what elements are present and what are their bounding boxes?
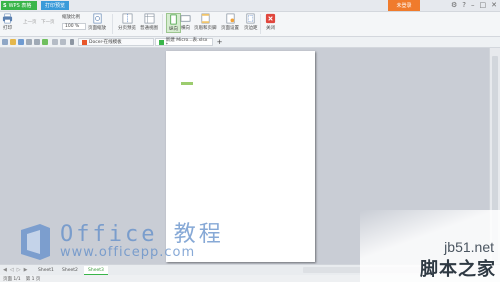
normal-view-icon <box>144 13 154 24</box>
margins-label: 页边距 <box>244 26 258 31</box>
close-window-icon[interactable]: ✕ <box>491 0 497 11</box>
ribbon-divider <box>112 14 113 34</box>
zoom-select[interactable]: 100 % <box>62 23 87 30</box>
ribbon-divider <box>162 14 163 34</box>
ribbon-divider <box>260 14 261 34</box>
maximize-icon[interactable]: □ <box>480 0 487 11</box>
close-preview-button[interactable]: 关闭 <box>265 13 276 31</box>
page-setup-icon <box>226 13 234 24</box>
page-break-icon <box>122 13 132 24</box>
portrait-icon <box>170 14 177 25</box>
undo-icon[interactable] <box>52 39 58 45</box>
settings-icon[interactable]: ⚙ <box>451 0 457 11</box>
page-break-label: 分页预览 <box>118 26 136 31</box>
page-scale-button[interactable]: 页面缩放 <box>88 13 106 31</box>
sheet-nav: ◀ ◁ ▷ ▶ <box>3 267 27 273</box>
prev-page-label: 上一页 <box>23 20 37 25</box>
next-page-button[interactable]: 下一页 <box>41 19 55 25</box>
zoom-group: 缩放比例 100 % <box>62 14 87 30</box>
preview-quick-icon[interactable] <box>34 39 40 45</box>
page-scale-icon <box>93 13 101 24</box>
new-tab-button[interactable]: + <box>215 38 224 46</box>
tab-docer[interactable]: Docer-在线模板 <box>78 38 154 46</box>
tab-current-workbook[interactable]: 新建 Micro...表.xlsx * <box>155 37 213 48</box>
normal-view-button[interactable]: 普通视图 <box>140 13 158 31</box>
page-break-preview-button[interactable]: 分页预览 <box>118 13 136 31</box>
close-preview-label: 关闭 <box>266 26 275 31</box>
save-icon[interactable] <box>18 39 24 45</box>
last-sheet-icon[interactable]: ▶ <box>24 267 28 273</box>
wps-logo-icon: S <box>3 2 7 9</box>
landscape-label: 横向 <box>181 26 190 31</box>
portrait-button[interactable]: 纵向 <box>166 13 181 33</box>
next-page-label: 下一页 <box>41 20 55 25</box>
status-page-count: 页面 1/1 <box>3 276 21 282</box>
docer-icon <box>82 39 87 45</box>
app-name: WPS 表格 <box>8 3 32 9</box>
title-bar: S WPS 表格 打印预览 未登录 ⚙ ? – □ ✕ <box>0 0 500 12</box>
next-sheet-icon[interactable]: ▷ <box>17 267 21 273</box>
docer-tab-label: Docer-在线模板 <box>89 40 122 45</box>
landscape-button[interactable]: 横向 <box>180 13 191 31</box>
printer-icon <box>2 13 13 24</box>
page-scale-label: 页面缩放 <box>88 26 106 31</box>
first-sheet-icon[interactable]: ◀ <box>3 267 7 273</box>
office-tutorial-watermark: Office 教程 www.officepp.com <box>18 222 224 262</box>
office-logo-icon <box>21 224 50 260</box>
window-controls: ⚙ ? – □ ✕ <box>451 0 497 11</box>
sheet-tab-1[interactable]: Sheet1 <box>34 266 58 274</box>
status-current-page: 第 1 页 <box>25 276 41 282</box>
export-icon[interactable] <box>42 39 48 45</box>
margins-button[interactable]: 页边距 <box>244 13 258 31</box>
document-tab-bar: Docer-在线模板 新建 Micro...表.xlsx * + <box>0 37 500 48</box>
tab-print-preview[interactable]: 打印预览 <box>41 1 69 10</box>
redo-icon[interactable] <box>60 39 66 45</box>
watermark-url: www.officepp.com <box>60 245 196 260</box>
jb51-watermark: jb51.net 脚本之家 <box>360 210 500 282</box>
page-setup-label: 页面设置 <box>221 26 239 31</box>
open-file-icon[interactable] <box>10 39 16 45</box>
minimize-icon[interactable]: – <box>471 0 475 11</box>
watermark-title: Office 教程 <box>60 222 224 247</box>
watermark-site-cn: 脚本之家 <box>420 259 496 280</box>
prev-sheet-icon[interactable]: ◁ <box>10 267 14 273</box>
current-tab-label: 新建 Micro...表.xlsx * <box>165 37 208 48</box>
new-file-icon[interactable] <box>2 39 8 45</box>
print-quick-icon[interactable] <box>26 39 32 45</box>
print-button[interactable]: 打印 <box>2 13 13 31</box>
spreadsheet-icon <box>159 39 164 45</box>
prev-page-button[interactable]: 上一页 <box>23 19 37 25</box>
print-label: 打印 <box>3 26 12 31</box>
landscape-icon <box>180 15 191 22</box>
app-menu-button[interactable]: S WPS 表格 <box>1 1 37 10</box>
print-preview-ribbon: 打印 上一页 下一页 缩放比例 100 % 页面缩放 分页预览 普通视图 纵向 … <box>0 12 500 37</box>
header-footer-label: 页眉和页脚 <box>194 26 217 31</box>
header-footer-button[interactable]: 页眉和页脚 <box>194 13 217 31</box>
margins-icon <box>246 13 255 24</box>
page-setup-button[interactable]: 页面设置 <box>221 13 239 31</box>
portrait-label: 纵向 <box>169 27 178 32</box>
sheet-tab-2[interactable]: Sheet2 <box>58 266 82 274</box>
login-button[interactable]: 未登录 <box>388 0 420 11</box>
header-footer-icon <box>201 13 210 24</box>
sheet-tab-3[interactable]: Sheet3 <box>84 266 108 275</box>
selected-cell-preview <box>181 82 193 85</box>
chevron-down-icon[interactable] <box>70 39 74 45</box>
normal-view-label: 普通视图 <box>140 26 158 31</box>
watermark-site: jb51.net <box>444 239 494 255</box>
help-icon[interactable]: ? <box>462 0 466 11</box>
close-icon <box>265 13 276 24</box>
zoom-label: 缩放比例 <box>62 15 80 20</box>
